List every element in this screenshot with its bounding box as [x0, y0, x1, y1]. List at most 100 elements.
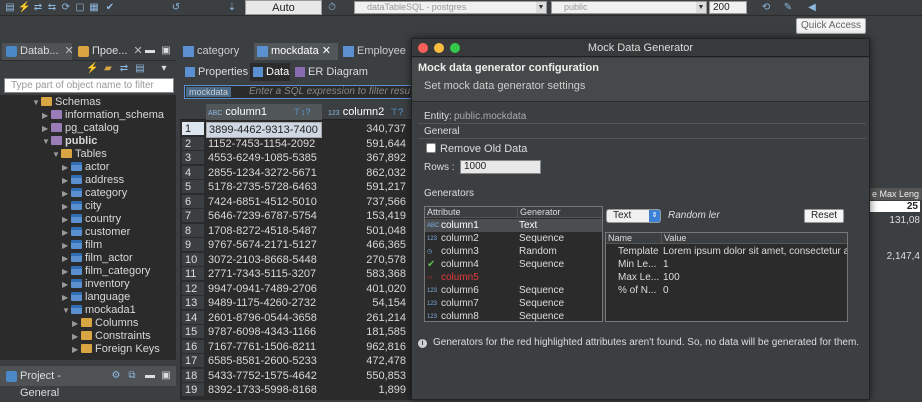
- chevron-right-icon[interactable]: ▶: [72, 343, 81, 356]
- table-row[interactable]: 15 9787-6098-4343-1166 181,585: [180, 325, 412, 339]
- table-cell[interactable]: 181,585: [324, 325, 408, 339]
- row-number[interactable]: 12: [182, 281, 204, 295]
- table-row[interactable]: 6 7424-6851-4512-5010 737,566: [180, 194, 412, 209]
- tree-item[interactable]: ▶ film_category: [62, 265, 150, 278]
- sql-filter-input[interactable]: mockdata Enter a SQL expression to filte…: [184, 85, 420, 99]
- row-number[interactable]: 11: [182, 267, 204, 280]
- table-cell[interactable]: 2855-1234-3272-5671: [206, 166, 322, 180]
- commit-icon[interactable]: ✔: [104, 2, 116, 14]
- table-cell[interactable]: 2771-7343-5115-3207: [206, 267, 322, 281]
- close-window-button[interactable]: [418, 43, 428, 53]
- row-number[interactable]: 14: [182, 310, 204, 324]
- table-row[interactable]: 18 5433-7752-1575-4642 550,853: [180, 368, 412, 383]
- row-number[interactable]: 10: [182, 252, 204, 266]
- navigator-filter-input[interactable]: Type part of object name to filter: [4, 78, 174, 93]
- chevron-right-icon[interactable]: ▶: [62, 291, 71, 304]
- chevron-right-icon[interactable]: ▶: [72, 317, 81, 330]
- table-cell[interactable]: 472,478: [324, 354, 408, 368]
- table-cell[interactable]: 501,048: [324, 224, 408, 238]
- column-header-column2[interactable]: 123 column2 ⊤?: [324, 104, 412, 120]
- tree-item[interactable]: ▶ category: [62, 187, 127, 200]
- tree-item[interactable]: ▶ customer: [62, 226, 130, 239]
- tab-employee[interactable]: Employee: [340, 43, 418, 60]
- table-row[interactable]: 9 9767-5674-2171-5127 466,365: [180, 238, 412, 252]
- transaction-mode-button[interactable]: Auto: [245, 0, 322, 15]
- table-cell[interactable]: 8392-1733-5998-8168: [206, 383, 322, 397]
- history-icon[interactable]: ⏱: [326, 2, 338, 14]
- generator-row[interactable]: ✔ column4 Sequence: [425, 258, 602, 271]
- maximize-icon[interactable]: ▣: [160, 45, 172, 57]
- tab-projects[interactable]: Прое... ✕: [74, 43, 144, 60]
- table-cell[interactable]: 2601-8796-0544-3658: [206, 311, 322, 325]
- filter-icon[interactable]: ⊤↕?: [293, 107, 310, 117]
- close-icon[interactable]: ✕: [65, 45, 74, 57]
- row-number[interactable]: 19: [182, 383, 204, 396]
- rows-input[interactable]: 1000: [460, 160, 541, 174]
- minimize-window-button[interactable]: [434, 43, 444, 53]
- table-cell[interactable]: 3072-2103-8668-5448: [206, 253, 322, 267]
- chevron-down-icon[interactable]: ▼: [62, 304, 71, 317]
- chevron-right-icon[interactable]: ▶: [62, 278, 71, 291]
- row-number[interactable]: 3: [182, 151, 204, 164]
- table-cell[interactable]: 9767-5674-2171-5127: [206, 238, 322, 252]
- chevron-right-icon[interactable]: ▶: [62, 213, 71, 226]
- collapse-icon[interactable]: ▤: [134, 63, 146, 75]
- table-cell[interactable]: 737,566: [324, 195, 408, 209]
- new-connection-icon[interactable]: ⚡: [18, 2, 30, 14]
- chevron-down-icon[interactable]: ▼: [52, 148, 61, 161]
- generator-row[interactable]: ◷ column3 Random: [425, 245, 602, 258]
- tab-project-general[interactable]: Project - General: [2, 368, 98, 399]
- name-column-header[interactable]: Name: [608, 233, 632, 244]
- table-cell[interactable]: 1,899: [324, 383, 408, 397]
- property-value[interactable]: Lorem ipsum dolor sit amet, consectetur …: [663, 245, 847, 258]
- property-row[interactable]: Template Lorem ipsum dolor sit amet, cons…: [606, 245, 847, 258]
- generator-row[interactable]: 123 column2 Sequence: [425, 232, 602, 245]
- value-column-header[interactable]: Value: [661, 233, 686, 244]
- table-row[interactable]: 14 2601-8796-0544-3658 261,214: [180, 310, 412, 325]
- table-row[interactable]: 3 4553-6249-1085-5385 367,892: [180, 151, 412, 165]
- table-cell[interactable]: 54,154: [324, 296, 408, 310]
- property-row[interactable]: % of N... 0: [606, 284, 847, 297]
- tree-item[interactable]: ▶ city: [62, 200, 102, 213]
- table-row[interactable]: 16 7167-7761-1506-8211 962,816: [180, 339, 412, 354]
- row-number[interactable]: 1: [182, 122, 204, 135]
- close-icon[interactable]: ✕: [133, 45, 142, 57]
- row-number[interactable]: 17: [182, 354, 204, 367]
- tree-item[interactable]: ▼ public: [42, 135, 97, 148]
- row-number[interactable]: 16: [182, 339, 204, 353]
- table-cell[interactable]: 5646-7239-6787-5754: [206, 209, 322, 223]
- table-row[interactable]: 4 2855-1234-3272-5671 862,032: [180, 165, 412, 180]
- generator-row[interactable]: 123 column6 Sequence: [425, 284, 602, 297]
- table-cell[interactable]: 962,816: [324, 340, 408, 354]
- datasource-select[interactable]: dataTableSQL - postgres ▼: [354, 1, 547, 14]
- table-row[interactable]: 2 1152-7453-1154-2092 591,644: [180, 136, 412, 151]
- chevron-right-icon[interactable]: ▶: [62, 187, 71, 200]
- minimize-icon[interactable]: ▬: [144, 45, 156, 57]
- table-cell[interactable]: 862,032: [324, 166, 408, 180]
- result-limit-input[interactable]: 200: [709, 1, 747, 14]
- zoom-window-button[interactable]: [450, 43, 460, 53]
- row-number[interactable]: 18: [182, 368, 204, 382]
- chevron-down-icon[interactable]: ▼: [42, 135, 51, 148]
- chevron-right-icon[interactable]: ▶: [42, 122, 51, 135]
- chevron-right-icon[interactable]: ▶: [62, 161, 71, 174]
- settings-icon[interactable]: ⚙: [110, 370, 122, 382]
- table-cell[interactable]: 466,365: [324, 238, 408, 252]
- chevron-right-icon[interactable]: ▶: [62, 252, 71, 265]
- table-cell[interactable]: 7167-7761-1506-8211: [206, 340, 322, 354]
- table-cell[interactable]: 583,368: [324, 267, 408, 281]
- chevron-right-icon[interactable]: ▶: [62, 174, 71, 187]
- tab-category[interactable]: category: [180, 43, 252, 60]
- tree-item[interactable]: ▶ country: [62, 213, 121, 226]
- table-cell[interactable]: 4553-6249-1085-5385: [206, 151, 322, 165]
- rollback-icon[interactable]: ↺: [170, 2, 182, 14]
- pin-icon[interactable]: ✎: [782, 2, 794, 14]
- tree-item[interactable]: ▼ Schemas: [32, 96, 101, 109]
- connect-icon[interactable]: ⇄: [32, 2, 44, 14]
- tab-er-diagram[interactable]: ER Diagram: [292, 63, 368, 81]
- attribute-column-header[interactable]: Attribute: [427, 207, 461, 218]
- link-icon[interactable]: ⇄: [118, 63, 130, 75]
- quick-access-button[interactable]: Quick Access: [796, 18, 866, 34]
- table-cell[interactable]: 401,020: [324, 282, 408, 296]
- tree-item[interactable]: ▶ actor: [62, 161, 109, 174]
